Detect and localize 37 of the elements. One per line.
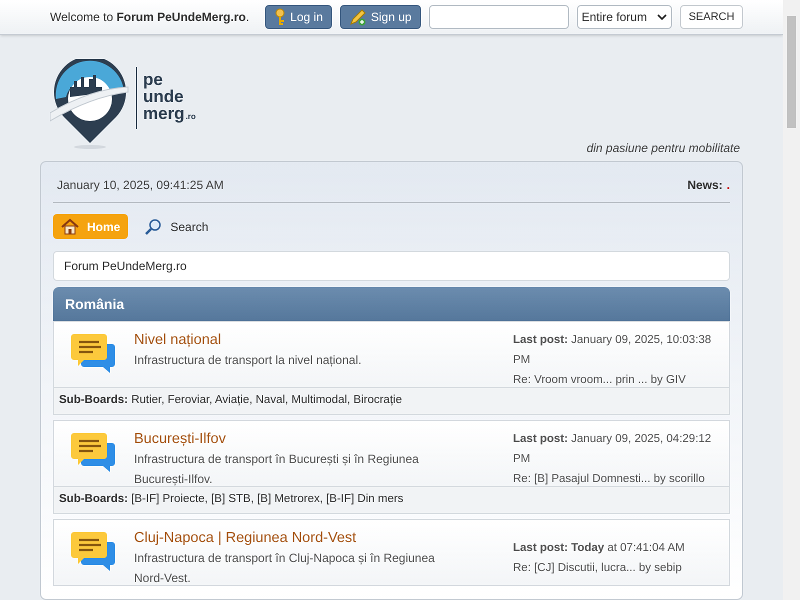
house-icon — [61, 218, 79, 236]
board-title[interactable]: București-Ilfov — [134, 429, 513, 449]
last-post: Last post: January 09, 2025, 04:29:12 PM — [513, 432, 712, 467]
signup-button[interactable]: Sign up — [340, 5, 421, 29]
sub-boards: Sub-Boards: Rutier, Feroviar, Aviație, Naval, Multimodal, Birocrație — [59, 393, 402, 408]
logo-wordmark: pe unde merg.ro — [143, 71, 196, 122]
last-post: Last post: January 09, 2025, 10:03:38 PM — [513, 333, 712, 368]
login-button[interactable]: Log in — [265, 5, 332, 29]
board-description: Infrastructura de transport în Cluj-Napoca și în Regiunea Nord-Vest. — [134, 550, 436, 587]
pencil-icon — [348, 8, 367, 26]
search-field[interactable] — [428, 5, 569, 29]
last-topic[interactable]: Re: [B] Pasajul Domnesti... by scorillo — [513, 469, 713, 489]
board-title[interactable]: Nivel național — [134, 330, 513, 350]
scope-select[interactable]: Entire forum — [576, 5, 672, 29]
chat-bubbles-icon — [70, 530, 116, 572]
search-button[interactable]: SEARCH — [680, 5, 744, 29]
logo-icon — [50, 59, 130, 151]
sub-boards: Sub-Boards: [B-IF] Proiecte, [B] STB, [B] Metrorex, [B-IF] Din mers — [59, 492, 404, 508]
search-icon — [144, 218, 162, 236]
board-description: Infrastructura de transport în București și în Regiunea București-Ilfov. — [134, 451, 420, 488]
news-value: . — [726, 177, 730, 194]
board-title[interactable]: Cluj-Napoca | Regiunea Nord-Vest — [134, 528, 513, 548]
chevron-down-icon — [656, 14, 667, 20]
last-topic[interactable]: Re: [CJ] Discutii, lucra... by sebip — [513, 558, 713, 578]
date-time: January 10, 2025, 09:41:25 AM — [57, 177, 224, 194]
breadcrumb: Forum PeUndeMerg.ro — [53, 251, 730, 281]
welcome-text: Welcome to Forum PeUndeMerg.ro. — [50, 9, 250, 26]
last-post: Last post: Today at 07:41:04 AM — [513, 541, 686, 556]
last-topic[interactable]: Re: Vroom vroom... prin ... by GIV — [513, 370, 713, 390]
chat-bubbles-icon — [70, 431, 116, 473]
tagline: din pasiune pentru mobilitate — [586, 140, 740, 157]
category-header: România — [53, 287, 730, 321]
key-icon — [274, 8, 286, 26]
search-tab[interactable]: Search — [140, 214, 212, 239]
board-description: Infrastructura de transport la nivel național. — [134, 352, 362, 369]
chat-bubbles-icon — [70, 332, 116, 374]
news-label: News: — [687, 177, 723, 194]
